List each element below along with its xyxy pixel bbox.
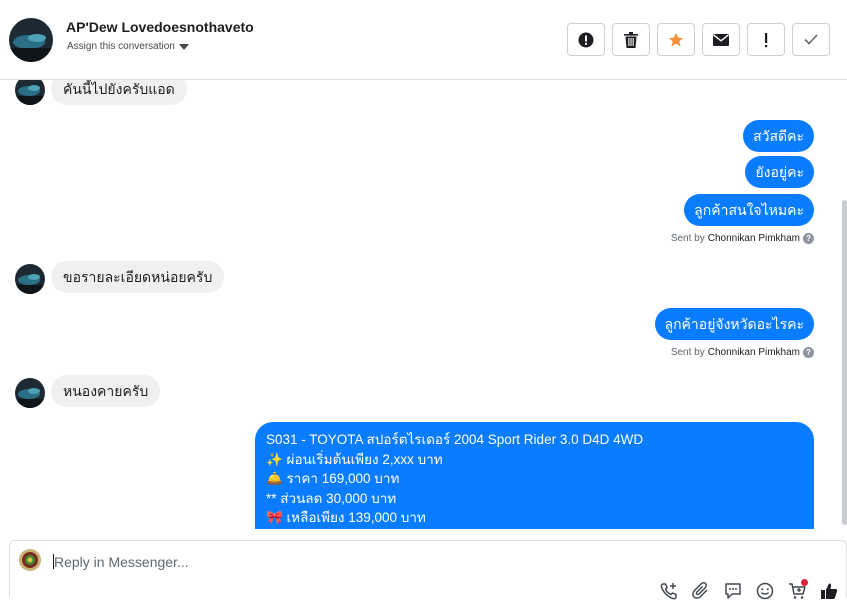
mark-spam-button[interactable] — [567, 23, 605, 56]
listing-line: 🎀 เหลือเพียง 139,000 บาท — [266, 510, 426, 525]
shop-button[interactable] — [787, 579, 808, 600]
outgoing-message: สวัสดีคะ — [743, 120, 814, 152]
listing-line: 🛎️ ราคา 169,000 บาท — [266, 471, 400, 486]
trash-icon — [624, 31, 638, 48]
conversation-header: AP'Dew Lovedoesnothaveto Assign this con… — [0, 0, 847, 80]
assign-conversation-dropdown[interactable]: Assign this conversation — [67, 41, 189, 52]
exclamation-icon — [765, 32, 768, 47]
listing-line: ✨ ผ่อนเริ่มต้นเพียง 2,xxx บาท — [266, 451, 443, 467]
contact-avatar-small — [15, 264, 45, 294]
add-call-button[interactable] — [659, 581, 678, 600]
outgoing-message: ลูกค้าอยู่จังหวัดอะไรคะ — [654, 308, 814, 340]
outgoing-message: ยังอยู่คะ — [745, 156, 814, 188]
composer-tools — [659, 579, 838, 600]
star-button[interactable] — [657, 23, 695, 56]
mark-unread-button[interactable] — [702, 23, 740, 56]
attach-file-button[interactable] — [691, 581, 710, 600]
notification-dot — [801, 579, 808, 586]
alert-circle-icon — [578, 32, 594, 47]
reply-composer — [9, 540, 847, 600]
incoming-message: หนองคายครับ — [51, 375, 161, 407]
listing-title: S031 - TOYOTA สปอร์ตไรเดอร์ 2004 Sport R… — [266, 432, 644, 447]
sent-by-agent: Chonnikan Pimkham — [707, 233, 800, 244]
saved-replies-button[interactable] — [723, 581, 742, 600]
sent-by-label: Sent by Chonnikan Pimkham ? — [671, 233, 814, 244]
checkmark-icon — [804, 34, 818, 45]
incoming-message: ขอรายละเอียดหน่อยครับ — [51, 261, 225, 293]
caret-down-icon — [178, 43, 189, 50]
help-icon[interactable]: ? — [803, 347, 814, 358]
page-avatar — [19, 549, 41, 571]
listing-line: ** ส่วนลด 30,000 บาท — [266, 490, 397, 506]
sent-by-prefix: Sent by — [670, 233, 705, 244]
delete-button[interactable] — [612, 23, 650, 56]
sent-by-prefix: Sent by — [670, 347, 705, 358]
follow-up-button[interactable] — [747, 23, 785, 56]
envelope-icon — [713, 33, 729, 46]
header-actions — [567, 23, 830, 56]
contact-avatar-small — [15, 378, 45, 408]
incoming-message: คันนี้ไปยังครับแอด — [51, 80, 187, 105]
mark-done-button[interactable] — [792, 23, 830, 56]
help-icon[interactable]: ? — [803, 233, 814, 244]
reply-input[interactable] — [54, 551, 554, 573]
star-icon — [668, 32, 684, 46]
listing-message: S031 - TOYOTA สปอร์ตไรเดอร์ 2004 Sport R… — [255, 422, 814, 529]
sent-by-agent: Chonnikan Pimkham — [707, 347, 800, 358]
emoji-button[interactable] — [755, 581, 774, 600]
sent-by-label: Sent by Chonnikan Pimkham ? — [671, 347, 814, 358]
contact-name[interactable]: AP'Dew Lovedoesnothaveto — [66, 19, 254, 35]
outgoing-message: ลูกค้าสนใจไหมคะ — [684, 194, 814, 226]
assign-label: Assign this conversation — [67, 41, 175, 52]
contact-avatar[interactable] — [9, 18, 53, 62]
message-thread[interactable]: คันนี้ไปยังครับแอด สวัสดีคะ ยังอยู่คะ ลู… — [0, 80, 847, 529]
contact-avatar-small — [15, 80, 45, 105]
thread-scrollbar[interactable] — [842, 200, 847, 525]
like-button[interactable] — [819, 581, 838, 600]
